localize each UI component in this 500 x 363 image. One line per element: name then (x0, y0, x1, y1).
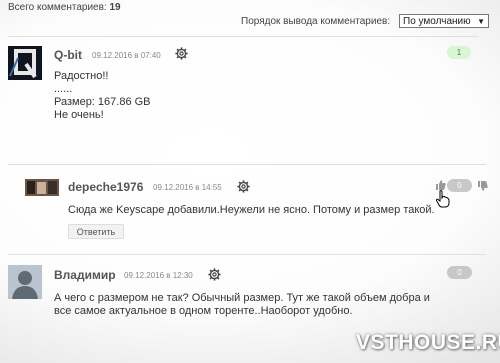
comment-date: 09.12.2016 в 14:55 (153, 183, 222, 192)
comment-line: Размер: 167.86 GB (54, 96, 151, 108)
comment-line: А чего с размером не так? Обычный размер… (54, 292, 430, 304)
sort-select-value: По умолчанию (403, 16, 471, 27)
comment-text: А чего с размером не так? Обычный размер… (54, 292, 430, 318)
comment-author[interactable]: Владимир (54, 268, 116, 282)
avatar[interactable] (8, 46, 42, 80)
default-avatar-icon (8, 265, 42, 299)
comment-author[interactable]: depeche1976 (68, 180, 143, 194)
comment-line: ...... (54, 83, 73, 95)
sort-select[interactable]: По умолчанию ▼ (399, 14, 489, 28)
rating-badge: 0 (447, 266, 472, 279)
comment-count-label: Всего комментариев: (8, 2, 107, 13)
thumbs-down-icon[interactable] (478, 181, 488, 194)
comment-count: Всего комментариев: 19 (8, 2, 121, 13)
avatar-image (8, 46, 42, 80)
avatar[interactable] (8, 265, 42, 299)
chevron-down-icon: ▼ (477, 17, 485, 26)
divider (8, 36, 478, 37)
comment-line: все самое актуальное в одном торенте..На… (54, 305, 353, 317)
comment-author[interactable]: Q-bit (54, 48, 82, 62)
avatar-image (25, 179, 59, 196)
gear-icon[interactable] (237, 180, 250, 196)
reply-button[interactable]: Ответить (68, 224, 124, 239)
comment-count-value: 19 (109, 2, 121, 13)
gear-icon[interactable] (208, 268, 221, 284)
comment-text: Радостно!! ...... Размер: 167.86 GB Не о… (54, 70, 151, 122)
divider (8, 254, 486, 255)
divider (8, 164, 486, 165)
comment-line: Не очень! (54, 109, 104, 121)
comment-text: Сюда же Keyscape добавили.Неужели не ясн… (68, 204, 435, 216)
watermark: VSTHOUSE.RU (356, 331, 500, 354)
hand-cursor-icon (435, 190, 450, 211)
comment-date: 09.12.2016 в 12:30 (124, 271, 193, 280)
avatar[interactable] (25, 179, 59, 196)
rating-badge: 1 (447, 46, 471, 59)
comment-line: Радостно!! (54, 70, 109, 82)
rating-badge: 0 (447, 179, 472, 192)
comment-date: 09.12.2016 в 07:40 (92, 51, 161, 60)
sort-label: Порядок вывода комментариев: (241, 16, 391, 27)
gear-icon[interactable] (175, 47, 188, 63)
